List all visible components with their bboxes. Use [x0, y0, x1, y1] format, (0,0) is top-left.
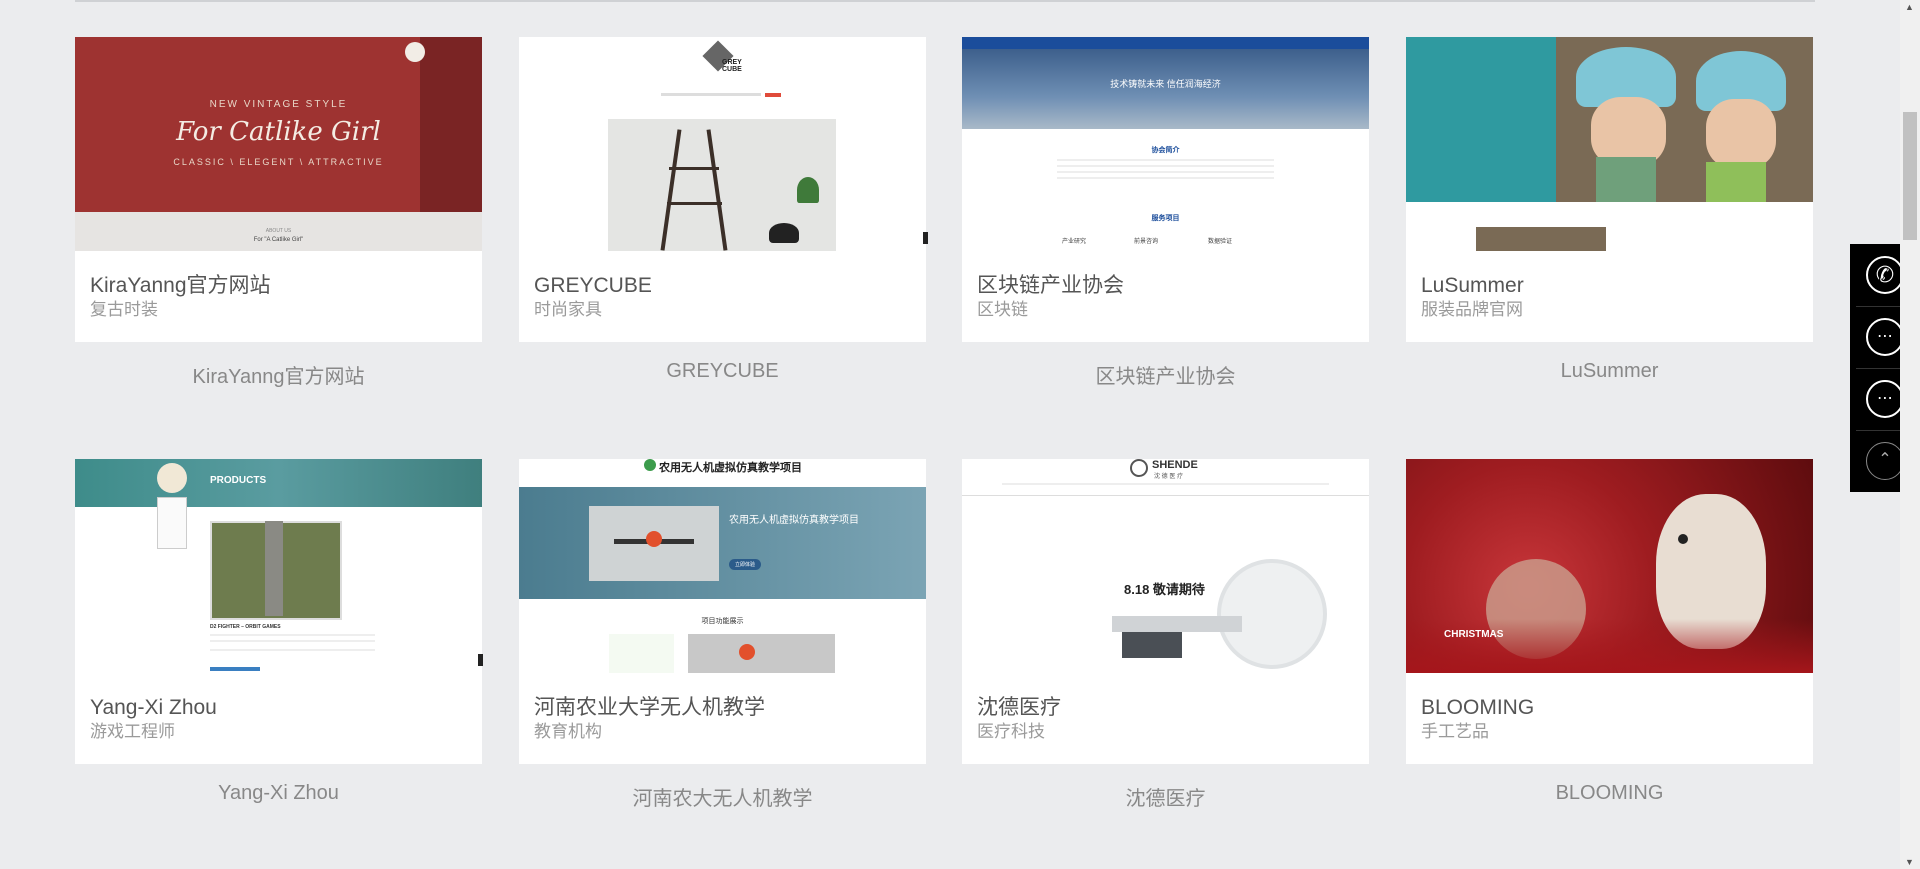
chat-icon: ⋯	[1866, 318, 1904, 356]
card-thumbnail	[1406, 37, 1813, 251]
thumb-text: 产业研究	[1062, 239, 1087, 245]
scroll-down-icon[interactable]: ▼	[1905, 857, 1914, 867]
card-title: KiraYanng官方网站	[90, 274, 271, 297]
thumb-text: 项目功能展示	[701, 618, 744, 625]
thumb-text: 农用无人机虚拟仿真教学项目	[729, 515, 859, 526]
portfolio-card-shende[interactable]: SHENDE 沈 德 医 疗 8.18 敬请期待 沈德医疗 医疗科技	[962, 459, 1369, 764]
thumb-text: 数据验证	[1208, 239, 1233, 245]
portfolio-card-blockchain[interactable]: 技术铸就未来 信任润海经济 协会简介 服务项目 产业研究 前景咨询 数据验证 区…	[962, 37, 1369, 342]
card-title: 沈德医疗	[977, 696, 1061, 719]
card-title: 河南农业大学无人机教学	[534, 696, 765, 719]
portfolio-card-henan-drone[interactable]: 农用无人机虚拟仿真教学项目 农用无人机虚拟仿真教学项目 立即体验 项目功能展示 …	[519, 459, 926, 764]
card-subtitle: 教育机构	[534, 722, 602, 741]
top-divider	[75, 0, 1815, 2]
thumb-text: 8.18 敬请期待	[1124, 582, 1205, 597]
thumb-text: 技术铸就未来 信任润海经济	[1110, 79, 1221, 89]
card-subtitle: 医疗科技	[977, 722, 1045, 741]
card-subtitle: 时尚家具	[534, 300, 602, 319]
thumb-button: 立即体验	[729, 559, 762, 570]
card-caption[interactable]: GREYCUBE	[519, 360, 926, 383]
thumb-text: PRODUCTS	[210, 475, 267, 486]
carousel-handle[interactable]	[478, 654, 483, 666]
card-subtitle: 游戏工程师	[90, 722, 175, 741]
scrollbar[interactable]: ▲ ▼	[1900, 0, 1920, 869]
thumb-logo: CUBE	[722, 66, 742, 73]
card-subtitle: 复古时装	[90, 300, 158, 319]
card-caption[interactable]: 沈德医疗	[962, 782, 1369, 811]
card-caption[interactable]: LuSummer	[1406, 360, 1813, 383]
thumb-text: 服务项目	[1151, 215, 1180, 222]
card-caption[interactable]: 河南农大无人机教学	[519, 782, 926, 811]
portfolio-card-lusummer[interactable]: LuSummer 服装品牌官网	[1406, 37, 1813, 342]
card-subtitle: 服装品牌官网	[1421, 300, 1523, 319]
phone-icon: ✆	[1866, 256, 1904, 294]
card-thumbnail: NEW VINTAGE STYLE For Catlike Girl CLASS…	[75, 37, 482, 251]
thumb-logo: GREY	[722, 59, 742, 66]
card-subtitle: 手工艺品	[1421, 722, 1489, 741]
carousel-handle[interactable]	[923, 232, 928, 244]
portfolio-card-yangxi-zhou[interactable]: PRODUCTS D2 FIGHTER – ORBIT GAMES Yang-X…	[75, 459, 482, 764]
card-subtitle: 区块链	[977, 300, 1028, 319]
thumb-text: CHRISTMAS	[1444, 629, 1504, 640]
portfolio-card-blooming[interactable]: CHRISTMAS BLOOMING 手工艺品	[1406, 459, 1813, 764]
card-thumbnail: PRODUCTS D2 FIGHTER – ORBIT GAMES	[75, 459, 482, 673]
card-title: BLOOMING	[1421, 696, 1535, 719]
thumb-logo: SHENDE	[1152, 459, 1198, 471]
scrollbar-thumb[interactable]	[1903, 112, 1917, 240]
card-caption[interactable]: BLOOMING	[1406, 782, 1813, 805]
card-thumbnail: CHRISTMAS	[1406, 459, 1813, 673]
back-to-top-icon: ⌃	[1866, 442, 1904, 480]
thumb-logo: 沈 德 医 疗	[1154, 474, 1184, 480]
card-title: 区块链产业协会	[977, 274, 1124, 297]
wechat-icon: ⋯	[1866, 380, 1904, 418]
thumb-text: D2 FIGHTER – ORBIT GAMES	[210, 624, 281, 630]
portfolio-card-greycube[interactable]: GREY CUBE GREYCUBE 时尚家具	[519, 37, 926, 342]
thumb-text: 农用无人机虚拟仿真教学项目	[659, 462, 802, 474]
thumb-text: NEW VINTAGE STYLE	[209, 99, 348, 110]
thumb-text: For "A Catlike Girl"	[253, 237, 304, 243]
card-title: LuSummer	[1421, 274, 1524, 297]
thumb-text: ABOUT US	[265, 228, 292, 234]
card-caption[interactable]: 区块链产业协会	[962, 360, 1369, 389]
card-thumbnail: SHENDE 沈 德 医 疗 8.18 敬请期待	[962, 459, 1369, 673]
portfolio-card-kirayanng[interactable]: NEW VINTAGE STYLE For Catlike Girl CLASS…	[75, 37, 482, 342]
card-title: GREYCUBE	[534, 274, 652, 297]
card-caption[interactable]: Yang-Xi Zhou	[75, 782, 482, 805]
thumb-text: CLASSIC \ ELEGENT \ ATTRACTIVE	[173, 157, 384, 167]
thumb-text: 前景咨询	[1134, 239, 1159, 245]
thumb-text: 协会简介	[1151, 147, 1180, 154]
card-thumbnail: 技术铸就未来 信任润海经济 协会简介 服务项目 产业研究 前景咨询 数据验证	[962, 37, 1369, 251]
thumb-text: For Catlike Girl	[176, 117, 381, 147]
card-title: Yang-Xi Zhou	[90, 696, 217, 719]
card-thumbnail: 农用无人机虚拟仿真教学项目 农用无人机虚拟仿真教学项目 立即体验 项目功能展示	[519, 459, 926, 673]
scroll-up-icon[interactable]: ▲	[1905, 2, 1914, 12]
card-thumbnail: GREY CUBE	[519, 37, 926, 251]
card-caption[interactable]: KiraYanng官方网站	[75, 360, 482, 389]
